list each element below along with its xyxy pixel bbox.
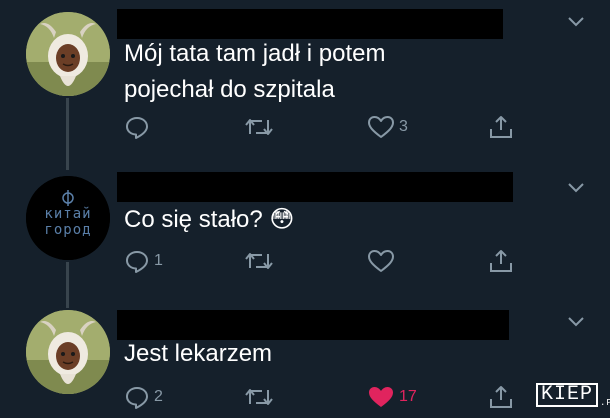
- share-icon: [490, 250, 512, 272]
- tweet-text: pojechał do szpitala: [124, 76, 335, 103]
- author-name-redacted: [117, 310, 509, 340]
- avatar[interactable]: [26, 12, 110, 96]
- like-icon: [369, 387, 393, 407]
- chevron-down-icon[interactable]: [566, 180, 586, 194]
- tweet-text: Mój tata tam jadł i potem: [124, 40, 386, 67]
- reply-button[interactable]: [124, 112, 154, 142]
- tweet[interactable]: Jest lekarzem 2 17: [0, 304, 610, 418]
- author-name-redacted: [117, 172, 513, 202]
- watermark-logo: KIEP .PL: [536, 382, 610, 408]
- retweet-icon: [245, 389, 273, 405]
- share-icon: [490, 386, 512, 408]
- reply-icon: [126, 387, 148, 409]
- like-button[interactable]: [367, 246, 399, 276]
- tweet[interactable]: китай город Co się stało? 😳 1: [0, 166, 610, 296]
- avatar[interactable]: [26, 310, 110, 394]
- share-icon: [490, 116, 512, 138]
- reply-icon: [126, 117, 148, 139]
- retweet-button[interactable]: [244, 246, 274, 276]
- reply-count: 2: [154, 388, 163, 405]
- watermark-brand: KIEP: [536, 383, 599, 407]
- share-button[interactable]: [488, 382, 514, 412]
- avatar-text: китай: [44, 206, 92, 222]
- tweet[interactable]: Mój tata tam jadł i potem pojechał do sz…: [0, 0, 610, 160]
- reply-count: 1: [154, 252, 163, 269]
- avatar[interactable]: китай город: [26, 176, 110, 260]
- watermark-tld: .PL: [600, 398, 610, 408]
- share-button[interactable]: [488, 112, 514, 142]
- like-icon: [368, 116, 394, 138]
- tweet-actions: 3: [124, 112, 524, 142]
- reply-button[interactable]: 2: [124, 382, 163, 412]
- reply-button[interactable]: 1: [124, 246, 163, 276]
- avatar-text: город: [44, 222, 92, 238]
- retweet-icon: [245, 119, 273, 135]
- like-button[interactable]: 17: [367, 382, 417, 412]
- tweet-actions: 2 17: [124, 382, 524, 412]
- retweet-icon: [245, 253, 273, 269]
- chevron-down-icon[interactable]: [566, 314, 586, 328]
- retweet-button[interactable]: [244, 382, 274, 412]
- tweet-text: Jest lekarzem: [124, 340, 273, 367]
- share-button[interactable]: [488, 246, 514, 276]
- like-icon: [368, 250, 394, 272]
- tweet-text: Co się stało? 😳: [124, 206, 295, 233]
- retweet-button[interactable]: [244, 112, 274, 142]
- like-count: 17: [399, 388, 417, 405]
- author-name-redacted: [117, 9, 503, 39]
- reply-icon: [126, 251, 148, 273]
- like-button[interactable]: 3: [367, 112, 408, 142]
- tweet-actions: 1: [124, 246, 524, 276]
- chevron-down-icon[interactable]: [566, 14, 586, 28]
- like-count: 3: [399, 118, 408, 135]
